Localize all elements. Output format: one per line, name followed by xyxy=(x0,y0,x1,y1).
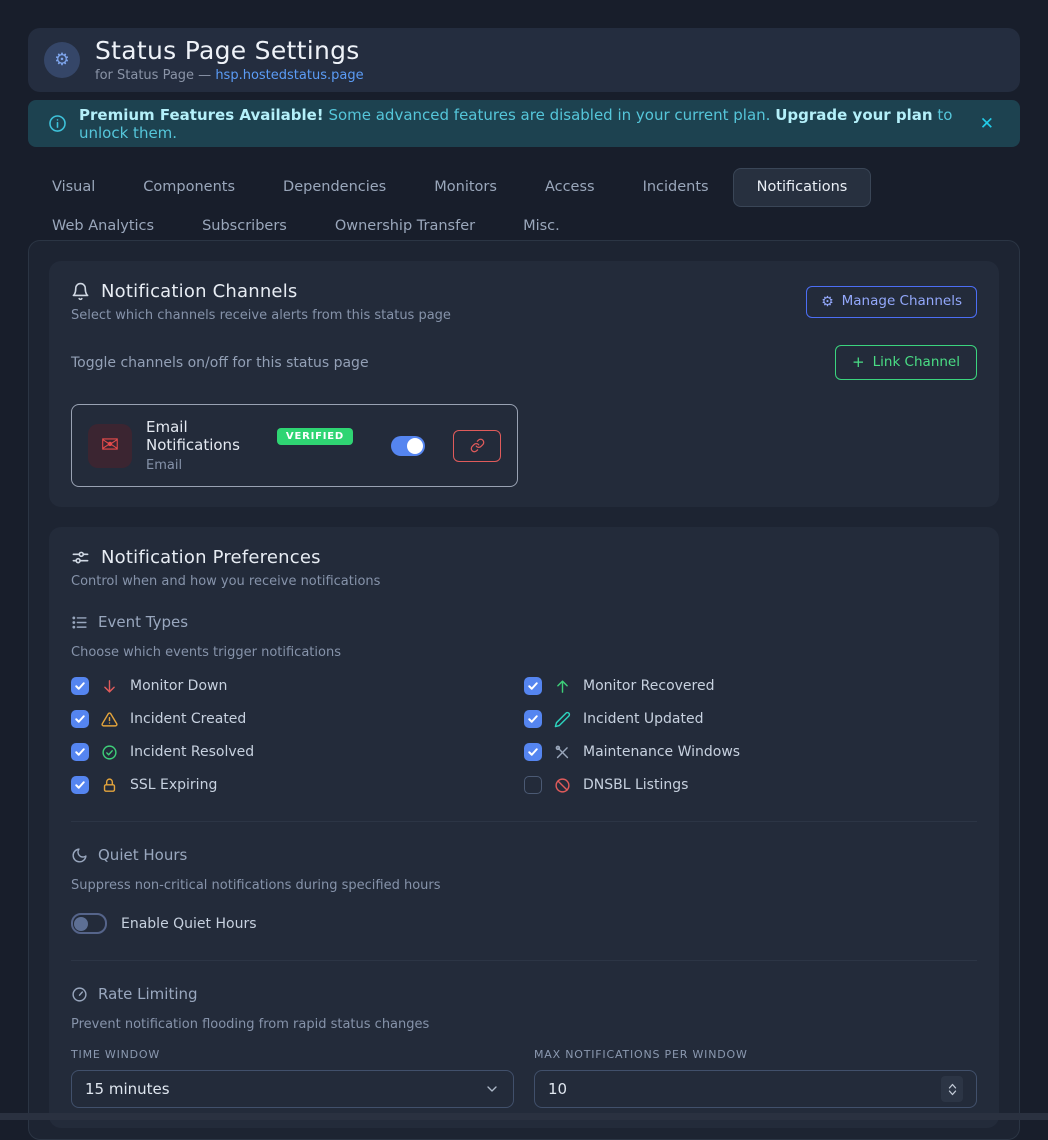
event-incident-updated[interactable]: Incident Updated xyxy=(524,709,977,729)
settings-tab-bar: VisualComponentsDependenciesMonitorsAcce… xyxy=(28,168,1020,245)
max-notifications-label: MAX NOTIFICATIONS PER WINDOW xyxy=(534,1048,977,1061)
channel-type: Email xyxy=(146,458,353,473)
time-window-select[interactable]: 15 minutes xyxy=(71,1070,514,1108)
close-icon[interactable]: ✕ xyxy=(974,110,1000,138)
bell-icon xyxy=(71,282,90,301)
tab-visual[interactable]: Visual xyxy=(28,168,119,207)
channels-title: Notification Channels xyxy=(101,281,297,302)
channel-name: Email Notifications xyxy=(146,418,267,454)
checkbox[interactable] xyxy=(71,743,89,761)
checkbox[interactable] xyxy=(524,710,542,728)
horizontal-scrollbar[interactable] xyxy=(0,1113,1048,1120)
plus-icon: + xyxy=(852,355,865,370)
quiet-hours-title: Quiet Hours xyxy=(98,846,187,864)
event-label: Incident Updated xyxy=(583,711,704,727)
checkbox[interactable] xyxy=(524,677,542,695)
event-label: Incident Resolved xyxy=(130,744,254,760)
unlink-channel-button[interactable] xyxy=(453,430,501,462)
notification-preferences-card: Notification Preferences Control when an… xyxy=(49,527,999,1128)
upgrade-plan-link[interactable]: Upgrade your plan xyxy=(775,106,932,124)
tab-access[interactable]: Access xyxy=(521,168,619,207)
preferences-title: Notification Preferences xyxy=(101,547,321,568)
preferences-subtitle: Control when and how you receive notific… xyxy=(71,574,977,589)
event-incident-resolved[interactable]: Incident Resolved xyxy=(71,742,524,762)
check-circle-icon xyxy=(101,744,118,761)
warning-triangle-icon xyxy=(101,711,118,728)
event-label: SSL Expiring xyxy=(130,777,217,793)
rate-limiting-subtitle: Prevent notification flooding from rapid… xyxy=(71,1017,977,1032)
manage-channels-button[interactable]: ⚙ Manage Channels xyxy=(806,286,977,318)
banner-text: Premium Features Available! Some advance… xyxy=(79,106,962,142)
rate-limiting-title: Rate Limiting xyxy=(98,985,198,1003)
event-label: Monitor Down xyxy=(130,678,227,694)
page-title: Status Page Settings xyxy=(95,37,364,65)
checkbox[interactable] xyxy=(71,710,89,728)
event-types-subtitle: Choose which events trigger notification… xyxy=(71,645,977,660)
event-label: Monitor Recovered xyxy=(583,678,715,694)
number-stepper[interactable] xyxy=(941,1076,963,1102)
event-types-grid: Monitor Down Incident Created Incident Res… xyxy=(71,676,977,795)
quiet-hours-subtitle: Suppress non-critical notifications duri… xyxy=(71,878,977,893)
info-icon xyxy=(48,114,67,133)
event-maintenance-windows[interactable]: Maintenance Windows xyxy=(524,742,977,762)
max-notifications-field xyxy=(534,1070,977,1108)
event-types-title: Event Types xyxy=(98,613,188,631)
list-icon xyxy=(71,614,88,631)
premium-banner: Premium Features Available! Some advance… xyxy=(28,100,1020,147)
toggle-hint: Toggle channels on/off for this status p… xyxy=(71,355,369,371)
quiet-hours-toggle-label: Enable Quiet Hours xyxy=(121,916,257,932)
email-channel-card: ✉ Email Notifications VERIFIED Email xyxy=(71,404,518,487)
tab-monitors[interactable]: Monitors xyxy=(410,168,521,207)
lock-icon xyxy=(101,777,118,794)
page-subtitle: for Status Page — hsp.hostedstatus.page xyxy=(95,68,364,83)
moon-icon xyxy=(71,847,88,864)
notification-channels-card: Notification Channels Select which chann… xyxy=(49,261,999,507)
checkbox[interactable] xyxy=(71,677,89,695)
page-header: ⚙ Status Page Settings for Status Page —… xyxy=(28,28,1020,92)
chevron-down-icon xyxy=(484,1081,500,1097)
verified-badge: VERIFIED xyxy=(277,428,353,445)
link-icon xyxy=(470,438,485,453)
divider xyxy=(71,821,977,822)
tab-dependencies[interactable]: Dependencies xyxy=(259,168,410,207)
divider xyxy=(71,960,977,961)
channels-subtitle: Select which channels receive alerts fro… xyxy=(71,308,451,323)
checkbox[interactable] xyxy=(71,776,89,794)
event-monitor-recovered[interactable]: Monitor Recovered xyxy=(524,676,977,696)
time-window-label: TIME WINDOW xyxy=(71,1048,514,1061)
arrow-down-icon xyxy=(101,678,118,695)
notifications-tab-panel: Notification Channels Select which chann… xyxy=(28,240,1020,1140)
gauge-icon xyxy=(71,986,88,1003)
link-channel-button[interactable]: + Link Channel xyxy=(835,345,977,380)
event-label: Incident Created xyxy=(130,711,246,727)
ban-icon xyxy=(554,777,571,794)
tab-components[interactable]: Components xyxy=(119,168,259,207)
arrow-up-icon xyxy=(554,678,571,695)
tab-incidents[interactable]: Incidents xyxy=(619,168,733,207)
event-monitor-down[interactable]: Monitor Down xyxy=(71,676,524,696)
event-ssl-expiring[interactable]: SSL Expiring xyxy=(71,775,524,795)
email-channel-toggle[interactable] xyxy=(391,436,425,456)
gear-icon: ⚙ xyxy=(44,42,80,78)
sliders-icon xyxy=(71,548,90,567)
event-incident-created[interactable]: Incident Created xyxy=(71,709,524,729)
tools-icon xyxy=(554,744,571,761)
email-icon: ✉ xyxy=(88,424,132,468)
gear-icon: ⚙ xyxy=(821,295,834,309)
status-page-link[interactable]: hsp.hostedstatus.page xyxy=(215,68,363,83)
tab-notifications[interactable]: Notifications xyxy=(733,168,872,207)
max-notifications-input[interactable] xyxy=(548,1080,933,1098)
quiet-hours-toggle[interactable] xyxy=(71,913,107,934)
event-label: DNSBL Listings xyxy=(583,777,688,793)
event-label: Maintenance Windows xyxy=(583,744,740,760)
checkbox[interactable] xyxy=(524,743,542,761)
checkbox[interactable] xyxy=(524,776,542,794)
pencil-icon xyxy=(554,711,571,728)
event-dnsbl-listings[interactable]: DNSBL Listings xyxy=(524,775,977,795)
